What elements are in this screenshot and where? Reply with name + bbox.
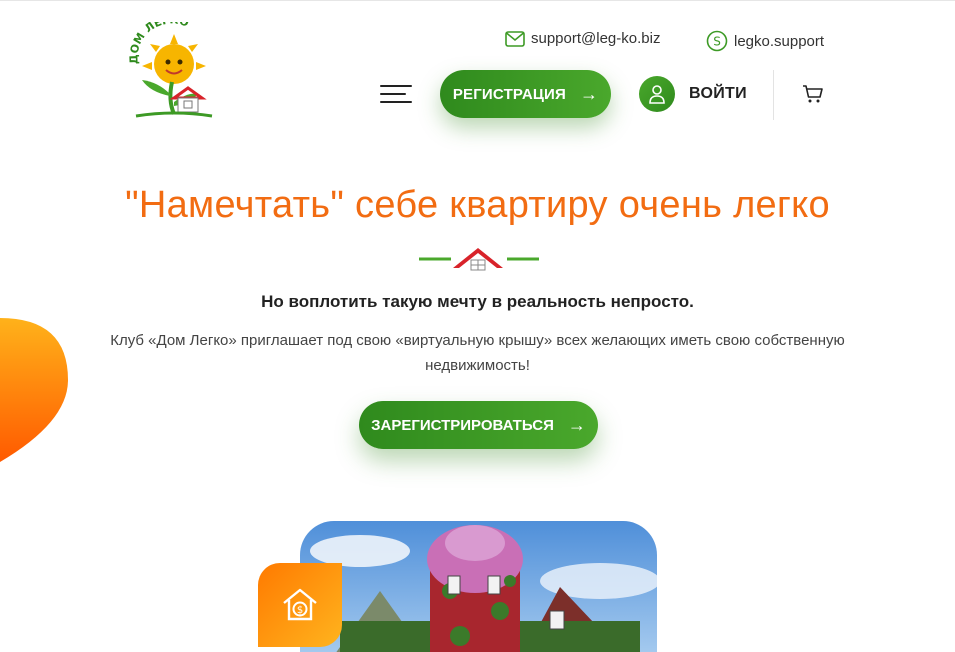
site-logo[interactable]: ДОМ ЛЕГКО (127, 13, 218, 122)
skype-text: legko.support (734, 32, 825, 50)
email-icon (505, 30, 525, 47)
hero-subtitle: Но воплотить такую мечту в реальность не… (261, 292, 694, 311)
skype-contact[interactable]: S legko.support (706, 30, 824, 52)
arrow-right-icon: → (567, 414, 586, 435)
cta-register-button[interactable]: ЗАРЕГИСТРИРОВАТЬСЯ → (359, 401, 598, 449)
menu-icon[interactable] (380, 84, 412, 104)
cta-label: ЗАРЕГИСТРИРОВАТЬСЯ (371, 416, 554, 434)
email-contact[interactable]: support@leg-ko.biz (505, 30, 660, 47)
top-border (0, 0, 955, 3)
flower-house-photo (300, 521, 657, 652)
register-button[interactable]: РЕГИСТРАЦИЯ → (440, 70, 611, 118)
svg-text:S: S (713, 35, 721, 49)
roof-divider (419, 248, 539, 271)
svg-text:$: $ (297, 605, 303, 616)
decorative-leaf-shape (0, 318, 68, 462)
register-label: РЕГИСТРАЦИЯ (452, 85, 566, 103)
hero-description: Клуб «Дом Легко» приглашает под свою «ви… (110, 332, 845, 374)
login-label: ВОЙТИ (689, 85, 747, 102)
cart-icon[interactable] (802, 84, 824, 109)
header-divider (773, 70, 774, 120)
email-text: support@leg-ko.biz (531, 30, 661, 47)
logo-graphic: ДОМ ЛЕГКО (127, 13, 213, 118)
house-money-icon: $ (258, 563, 342, 647)
user-icon (639, 76, 675, 112)
login-button[interactable]: ВОЙТИ (639, 76, 747, 112)
skype-icon: S (706, 30, 728, 52)
hero-title: "Намечтать" себе квартиру очень легко (125, 184, 830, 226)
arrow-right-icon: → (579, 83, 599, 104)
